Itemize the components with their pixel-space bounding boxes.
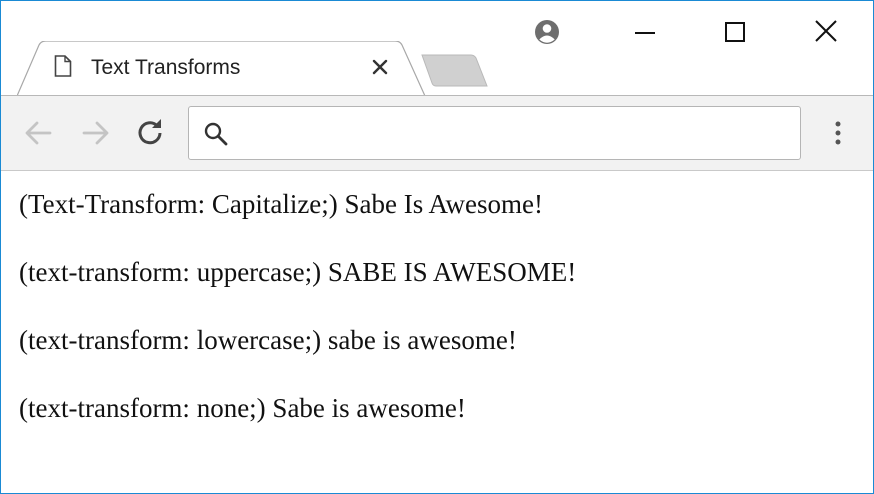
tab-title: Text Transforms bbox=[91, 56, 241, 79]
search-icon bbox=[204, 122, 228, 146]
close-icon[interactable] bbox=[369, 56, 391, 78]
reload-icon[interactable] bbox=[134, 116, 168, 150]
lowercase-text: sabe is awesome! bbox=[327, 325, 517, 355]
none-text: Sabe is awesome! bbox=[272, 393, 466, 423]
page-content: (text-transform: capitalize;) Sabe Is Aw… bbox=[1, 172, 873, 493]
page-icon bbox=[54, 55, 72, 77]
new-tab-button[interactable] bbox=[419, 53, 491, 89]
capitalize-line: (text-transform: capitalize;) Sabe Is Aw… bbox=[19, 189, 543, 220]
capitalize-prefix: (text-transform: capitalize;) bbox=[19, 189, 338, 219]
lowercase-line: (text-transform: lowercase;) sabe is awe… bbox=[19, 325, 517, 356]
address-bar[interactable] bbox=[188, 106, 801, 160]
browser-toolbar bbox=[1, 95, 873, 171]
maximize-icon[interactable] bbox=[717, 15, 753, 49]
browser-window: Text Transforms (Text-Transform: Capital… bbox=[0, 0, 874, 494]
uppercase-prefix: (text-transform: uppercase;) bbox=[19, 257, 322, 287]
profile-icon[interactable] bbox=[529, 15, 565, 49]
window-close-icon[interactable] bbox=[808, 15, 844, 49]
none-line: (text-transform: none;) Sabe is awesome! bbox=[19, 393, 466, 424]
back-arrow-icon[interactable] bbox=[22, 116, 56, 150]
tab-text-transforms[interactable]: Text Transforms bbox=[17, 41, 427, 97]
address-input[interactable] bbox=[239, 115, 779, 151]
none-prefix: (text-transform: none;) bbox=[19, 393, 266, 423]
kebab-menu-icon[interactable] bbox=[825, 116, 851, 150]
lowercase-prefix: (text-transform: lowercase;) bbox=[19, 325, 322, 355]
forward-arrow-icon[interactable] bbox=[78, 116, 112, 150]
title-bar: Text Transforms bbox=[1, 1, 873, 97]
uppercase-line: (text-transform: uppercase;) SABE IS AWE… bbox=[19, 257, 576, 288]
capitalize-text: Sabe Is Awesome! bbox=[344, 189, 544, 219]
minimize-icon[interactable] bbox=[627, 15, 663, 49]
uppercase-text: SABE IS AWESOME! bbox=[327, 257, 577, 287]
